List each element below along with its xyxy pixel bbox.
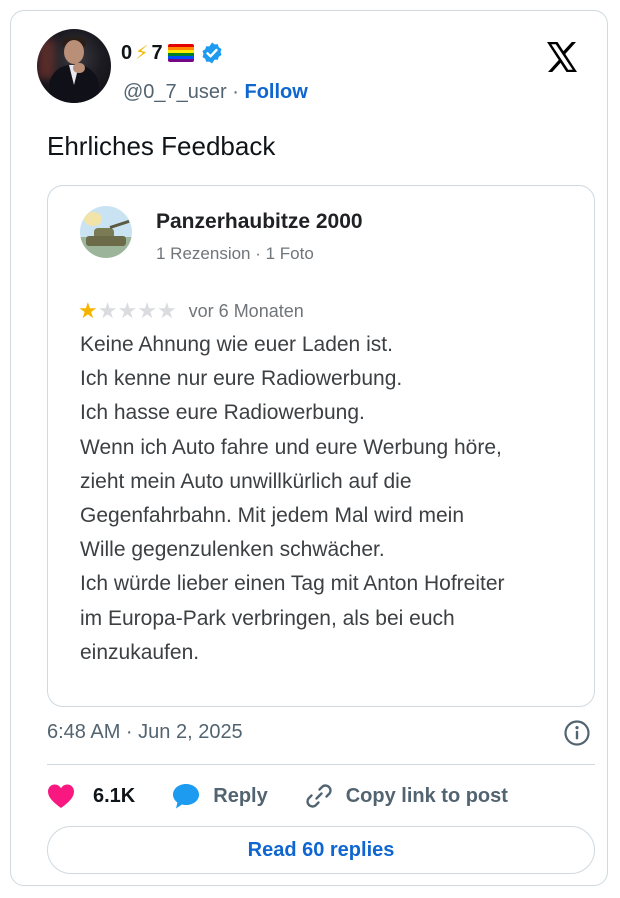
speech-bubble-icon bbox=[173, 784, 200, 809]
link-icon bbox=[306, 784, 332, 808]
action-bar: 6.1K Reply Copy link to post bbox=[47, 781, 508, 811]
reviewer-avatar bbox=[80, 206, 132, 258]
lightning-emoji: ⚡ bbox=[135, 42, 149, 64]
review-line: Ich kenne nur eure Radiowerbung. bbox=[80, 367, 403, 391]
read-replies-label: Read 60 replies bbox=[247, 838, 395, 861]
review-line: im Europa-Park verbringen, als bei euch bbox=[80, 606, 455, 630]
follow-button[interactable]: Follow bbox=[245, 81, 308, 103]
tweet-timestamp[interactable]: 6:48 AM · Jun 2, 2025 bbox=[47, 721, 243, 744]
read-replies-button[interactable]: Read 60 replies bbox=[47, 826, 595, 874]
review-line: Gegenfahrbahn. Mit jedem Mal wird mein bbox=[80, 504, 465, 528]
star-icon: ★ bbox=[117, 298, 138, 323]
author-display-name[interactable]: 0 ⚡ 7 bbox=[121, 41, 224, 65]
review-time-ago: vor 6 Monaten bbox=[188, 300, 304, 321]
star-icon: ★ bbox=[156, 298, 177, 323]
review-line: Wille gegenzulenken schwächer. bbox=[80, 538, 385, 562]
info-icon[interactable] bbox=[563, 719, 591, 747]
verified-badge-icon bbox=[202, 42, 222, 64]
x-logo-icon[interactable] bbox=[545, 41, 579, 73]
author-handle-row: @0_7_user · Follow bbox=[123, 81, 308, 104]
rating-row: ★ ★ ★ ★ ★ vor 6 Monaten bbox=[78, 300, 304, 322]
tweet-card: 0 ⚡ 7 @0_7_user · Follow Ehrliches Feedb… bbox=[10, 10, 608, 886]
star-icon: ★ bbox=[78, 298, 98, 323]
like-count: 6.1K bbox=[93, 784, 136, 807]
author-avatar[interactable] bbox=[37, 29, 111, 103]
display-name-suffix: 7 bbox=[151, 41, 163, 64]
review-line: Keine Ahnung wie euer Laden ist. bbox=[80, 333, 393, 356]
review-line: zieht mein Auto unwillkürlich auf die bbox=[80, 469, 412, 493]
heart-icon bbox=[48, 784, 74, 808]
reply-label: Reply bbox=[213, 784, 268, 807]
reply-button[interactable]: Reply bbox=[171, 782, 268, 810]
author-handle[interactable]: @0_7_user bbox=[123, 81, 227, 103]
quoted-review-card: Panzerhaubitze 2000 1 Rezension · 1 Foto… bbox=[47, 185, 595, 707]
review-text: Keine Ahnung wie euer Laden ist. Ich ken… bbox=[80, 328, 580, 670]
review-line: Wenn ich Auto fahre und eure Werbung hör… bbox=[80, 435, 502, 459]
review-line: Ich würde lieber einen Tag mit Anton Hof… bbox=[80, 572, 505, 596]
copy-link-label: Copy link to post bbox=[345, 784, 508, 807]
review-line: einzukaufen. bbox=[80, 640, 200, 664]
display-name-prefix: 0 bbox=[121, 41, 133, 64]
rainbow-flag-icon bbox=[167, 44, 194, 62]
tweet-text: Ehrliches Feedback bbox=[47, 131, 276, 161]
star-icon: ★ bbox=[97, 298, 118, 323]
separator-dot: · bbox=[232, 81, 239, 103]
review-line: Ich hasse eure Radiowerbung. bbox=[80, 401, 365, 425]
divider bbox=[47, 764, 595, 765]
like-button[interactable]: 6.1K bbox=[47, 783, 135, 809]
reviewer-meta: 1 Rezension · 1 Foto bbox=[156, 244, 314, 263]
star-icon: ★ bbox=[137, 298, 157, 323]
reviewer-name: Panzerhaubitze 2000 bbox=[156, 210, 363, 233]
copy-link-button[interactable]: Copy link to post bbox=[304, 781, 508, 811]
